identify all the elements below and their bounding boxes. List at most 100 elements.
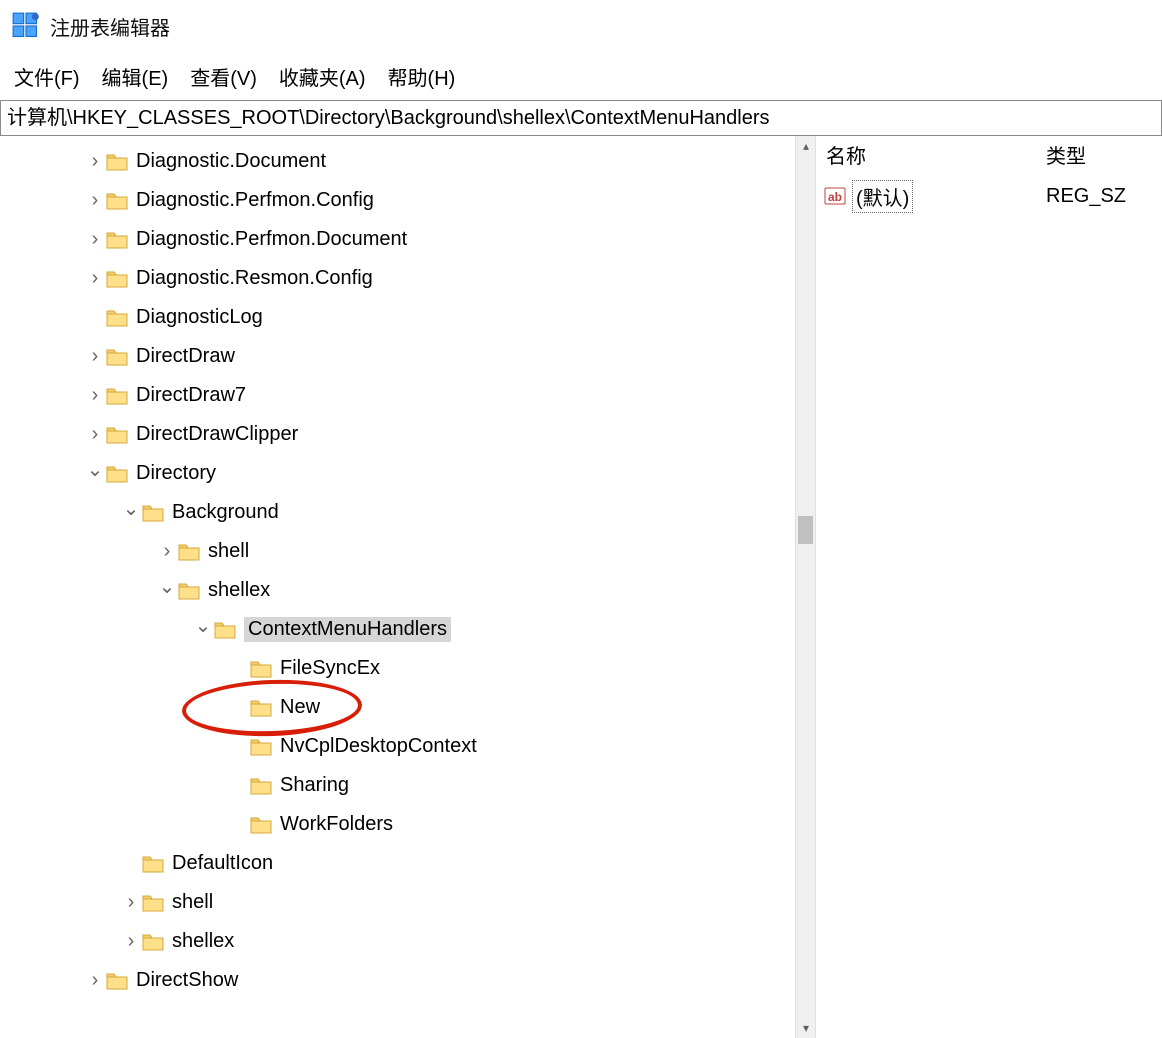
indent-spacer: [0, 493, 120, 532]
folder-icon: [106, 308, 128, 328]
chevron-right-icon: ·: [228, 700, 250, 716]
folder-icon: [106, 971, 128, 991]
tree-item-label: WorkFolders: [280, 813, 393, 836]
tree-item[interactable]: › DirectDrawClipper: [0, 415, 795, 454]
chevron-right-icon[interactable]: ›: [120, 930, 142, 953]
folder-icon: [106, 425, 128, 445]
folder-icon: [250, 737, 272, 757]
chevron-down-icon[interactable]: ⌄: [120, 496, 142, 521]
indent-spacer: [0, 376, 84, 415]
menu-file[interactable]: 文件(F): [14, 62, 80, 91]
tree-item-label: DirectShow: [136, 969, 238, 992]
tree-item[interactable]: ·WorkFolders: [0, 805, 795, 844]
tree-item[interactable]: ⌄ Background: [0, 493, 795, 532]
folder-icon: [250, 776, 272, 796]
chevron-down-icon[interactable]: ⌄: [156, 574, 178, 599]
menu-help[interactable]: 帮助(H): [388, 62, 456, 91]
folder-icon: [106, 191, 128, 211]
tree-item[interactable]: · DiagnosticLog: [0, 298, 795, 337]
tree-item[interactable]: › shell: [0, 883, 795, 922]
tree-item-label: DiagnosticLog: [136, 306, 263, 329]
tree-item-label: NvCplDesktopContext: [280, 735, 477, 758]
folder-icon: [142, 854, 164, 874]
vertical-scrollbar[interactable]: ▴ ▾: [795, 136, 815, 1038]
scroll-down-icon[interactable]: ▾: [796, 1018, 816, 1038]
value-row[interactable]: ab (默认) REG_SZ: [816, 176, 1162, 216]
indent-spacer: [0, 454, 84, 493]
tree-item[interactable]: › shellex: [0, 922, 795, 961]
tree-item-label: Diagnostic.Resmon.Config: [136, 267, 373, 290]
chevron-right-icon[interactable]: ›: [156, 540, 178, 563]
folder-icon: [178, 581, 200, 601]
chevron-down-icon[interactable]: ⌄: [84, 457, 106, 482]
tree-item[interactable]: ›DirectDraw7: [0, 376, 795, 415]
svg-text:ab: ab: [828, 190, 842, 204]
indent-spacer: [0, 571, 156, 610]
column-header-type[interactable]: 类型: [1046, 140, 1162, 169]
values-pane: 名称 类型 ab (默认) REG_SZ: [815, 136, 1162, 1038]
tree-item[interactable]: › shell: [0, 532, 795, 571]
tree-item[interactable]: › Diagnostic.Resmon.Config: [0, 259, 795, 298]
folder-icon: [142, 932, 164, 952]
tree-pane[interactable]: › Diagnostic.Document ›Diagnostic.Perfmon.…: [0, 136, 795, 1038]
tree-item-label: Diagnostic.Document: [136, 150, 326, 173]
indent-spacer: [0, 298, 84, 337]
menu-view[interactable]: 查看(V): [190, 62, 257, 91]
folder-icon: [214, 620, 236, 640]
chevron-right-icon[interactable]: ›: [84, 228, 106, 251]
tree-item[interactable]: ·FileSyncEx: [0, 649, 795, 688]
tree-item[interactable]: › DirectDraw: [0, 337, 795, 376]
tree-item[interactable]: ·Sharing: [0, 766, 795, 805]
indent-spacer: [0, 610, 192, 649]
tree-item-label: DirectDraw: [136, 345, 235, 368]
indent-spacer: [0, 922, 120, 961]
value-type: REG_SZ: [1046, 185, 1162, 208]
menubar: 文件(F) 编辑(E) 查看(V) 收藏夹(A) 帮助(H): [0, 52, 1162, 100]
chevron-right-icon: ·: [84, 310, 106, 326]
menu-edit[interactable]: 编辑(E): [102, 62, 169, 91]
tree-item-label: DirectDrawClipper: [136, 423, 298, 446]
chevron-right-icon[interactable]: ›: [84, 384, 106, 407]
indent-spacer: [0, 337, 84, 376]
tree-item[interactable]: ·NvCplDesktopContext: [0, 727, 795, 766]
tree-item-label: Directory: [136, 462, 216, 485]
tree-item-label: shell: [208, 540, 249, 563]
chevron-right-icon[interactable]: ›: [120, 891, 142, 914]
chevron-right-icon[interactable]: ›: [84, 423, 106, 446]
folder-icon: [106, 464, 128, 484]
indent-spacer: [0, 415, 84, 454]
tree-item[interactable]: ⌄ Directory: [0, 454, 795, 493]
indent-spacer: [0, 961, 84, 1000]
content-area: › Diagnostic.Document ›Diagnostic.Perfmon.…: [0, 136, 1162, 1038]
scroll-up-icon[interactable]: ▴: [796, 136, 816, 156]
tree-item[interactable]: ·DefaultIcon: [0, 844, 795, 883]
scroll-thumb[interactable]: [798, 516, 813, 544]
tree-item-label: Background: [172, 501, 279, 524]
address-bar[interactable]: 计算机\HKEY_CLASSES_ROOT\Directory\Backgrou…: [0, 100, 1162, 136]
tree-item[interactable]: ›Diagnostic.Perfmon.Document: [0, 220, 795, 259]
tree-item[interactable]: ⌄ shellex: [0, 571, 795, 610]
menu-favorites[interactable]: 收藏夹(A): [279, 62, 366, 91]
tree-item[interactable]: › Diagnostic.Document: [0, 142, 795, 181]
chevron-right-icon: ·: [228, 661, 250, 677]
chevron-right-icon[interactable]: ›: [84, 345, 106, 368]
chevron-right-icon[interactable]: ›: [84, 150, 106, 173]
tree-item-label: shellex: [208, 579, 270, 602]
indent-spacer: [0, 532, 156, 571]
values-header: 名称 类型: [816, 136, 1162, 172]
tree-item[interactable]: ›Diagnostic.Perfmon.Config: [0, 181, 795, 220]
folder-icon: [106, 230, 128, 250]
chevron-down-icon[interactable]: ⌄: [192, 613, 214, 638]
tree-item[interactable]: ⌄ContextMenuHandlers: [0, 610, 795, 649]
chevron-right-icon[interactable]: ›: [84, 969, 106, 992]
tree-item[interactable]: › DirectShow: [0, 961, 795, 1000]
titlebar: 注册表编辑器: [0, 0, 1162, 52]
folder-icon: [142, 893, 164, 913]
chevron-right-icon[interactable]: ›: [84, 267, 106, 290]
tree-item[interactable]: ·New: [0, 688, 795, 727]
column-header-name[interactable]: 名称: [816, 140, 1046, 169]
folder-icon: [106, 347, 128, 367]
tree-item-label: shellex: [172, 930, 234, 953]
tree-item-label: shell: [172, 891, 213, 914]
chevron-right-icon[interactable]: ›: [84, 189, 106, 212]
